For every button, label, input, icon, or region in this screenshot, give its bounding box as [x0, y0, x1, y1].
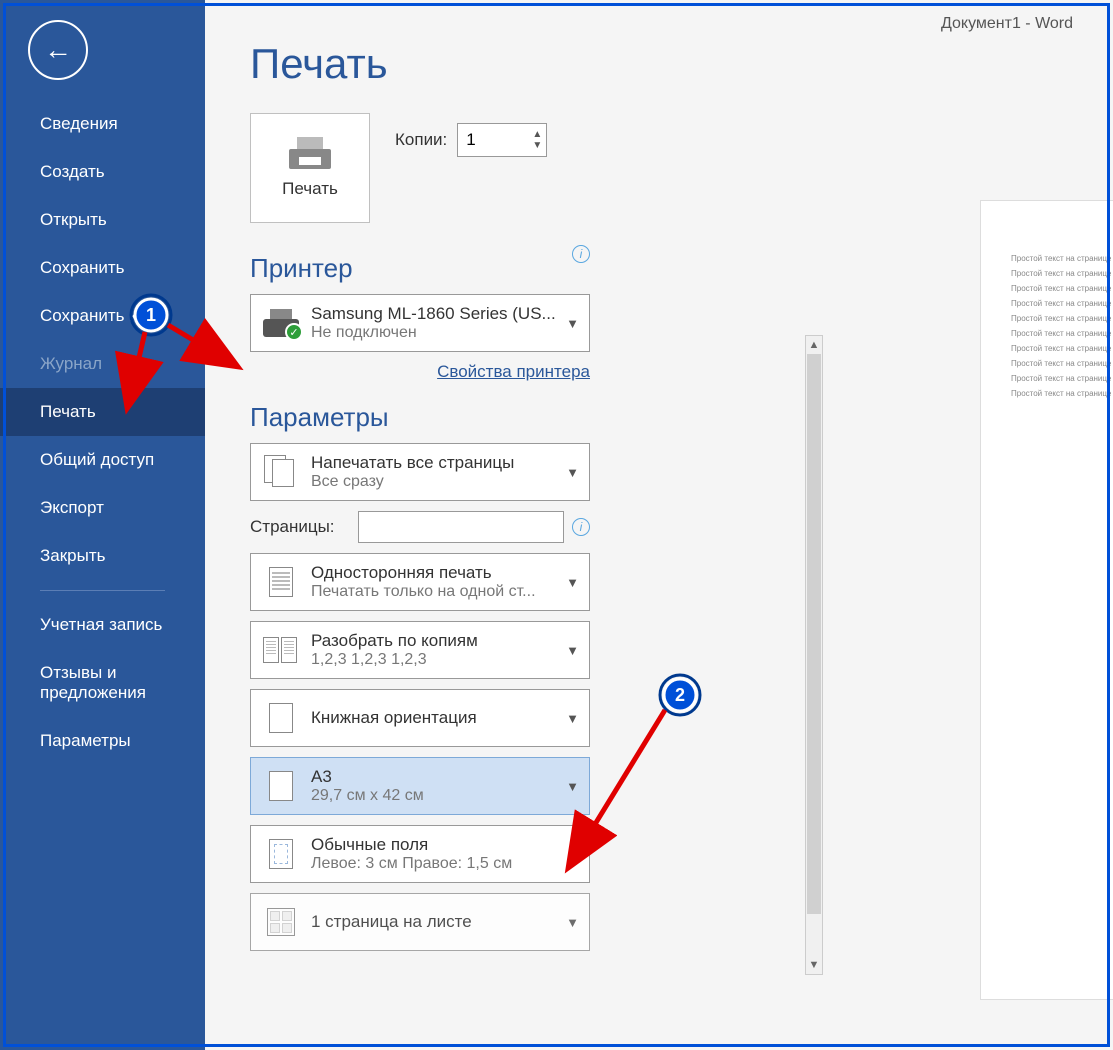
printer-icon — [289, 137, 331, 169]
back-button[interactable]: ← — [28, 20, 88, 80]
print-range-secondary: Все сразу — [311, 473, 558, 491]
print-range-primary: Напечатать все страницы — [311, 453, 558, 473]
sidebar-item-account[interactable]: Учетная запись — [0, 601, 205, 649]
chevron-down-icon: ▼ — [566, 711, 579, 726]
duplex-secondary: Печатать только на одной ст... — [311, 583, 558, 601]
backstage-sidebar: ← Сведения Создать Открыть Сохранить Сох… — [0, 0, 205, 1050]
settings-scrollbar[interactable]: ▲ ▼ — [805, 335, 823, 975]
copies-label: Копии: — [395, 130, 447, 150]
sidebar-item-export[interactable]: Экспорт — [0, 484, 205, 532]
main-pane: Документ1 - Word Печать Печать Копии: 1 … — [205, 0, 1113, 1050]
duplex-primary: Односторонняя печать — [311, 563, 558, 583]
paper-icon — [269, 771, 293, 801]
chevron-down-icon: ▼ — [566, 316, 579, 331]
collate-dropdown[interactable]: Разобрать по копиям 1,2,3 1,2,3 1,2,3 ▼ — [250, 621, 590, 679]
preview-text-line: Простой текст на странице — [1011, 326, 1113, 341]
sidebar-item-saveas[interactable]: Сохранить как — [0, 292, 205, 340]
sidebar-item-close[interactable]: Закрыть — [0, 532, 205, 580]
orientation-primary: Книжная ориентация — [311, 708, 558, 728]
preview-text-line: Простой текст на странице — [1011, 341, 1113, 356]
pages-stack-icon — [264, 455, 298, 489]
orientation-icon — [269, 703, 293, 733]
pages-per-sheet-icon — [267, 908, 295, 936]
print-button[interactable]: Печать — [250, 113, 370, 223]
info-icon[interactable]: i — [572, 245, 590, 263]
printer-section-header: Принтер — [250, 253, 353, 284]
printer-status: Не подключен — [311, 324, 558, 342]
paper-secondary: 29,7 см x 42 см — [311, 787, 558, 805]
sidebar-item-info[interactable]: Сведения — [0, 100, 205, 148]
collate-icon — [263, 637, 299, 663]
printer-dropdown[interactable]: ✓ Samsung ML-1860 Series (US... Не подкл… — [250, 294, 590, 352]
sidebar-item-feedback[interactable]: Отзывы и предложения — [0, 649, 205, 717]
collate-primary: Разобрать по копиям — [311, 631, 558, 651]
pages-per-sheet-dropdown[interactable]: 1 страница на листе ▼ — [250, 893, 590, 951]
chevron-down-icon: ▼ — [566, 643, 579, 658]
chevron-down-icon: ▼ — [566, 915, 579, 930]
preview-text-line: Простой текст на странице — [1011, 266, 1113, 281]
margins-secondary: Левое: 3 см Правое: 1,5 см — [311, 855, 558, 873]
print-range-dropdown[interactable]: Напечатать все страницы Все сразу ▼ — [250, 443, 590, 501]
printer-properties-link[interactable]: Свойства принтера — [250, 362, 590, 382]
sidebar-item-print[interactable]: Печать — [0, 388, 205, 436]
print-button-label: Печать — [282, 179, 338, 199]
margins-icon — [269, 839, 293, 869]
duplex-icon — [269, 567, 293, 597]
duplex-dropdown[interactable]: Односторонняя печать Печатать только на … — [250, 553, 590, 611]
margins-primary: Обычные поля — [311, 835, 558, 855]
orientation-dropdown[interactable]: Книжная ориентация ▼ — [250, 689, 590, 747]
back-arrow-icon: ← — [44, 34, 72, 66]
sidebar-item-options[interactable]: Параметры — [0, 717, 205, 765]
sidebar-item-save[interactable]: Сохранить — [0, 244, 205, 292]
chevron-down-icon: ▼ — [566, 847, 579, 862]
ppp-primary: 1 страница на листе — [311, 912, 558, 932]
chevron-down-icon: ▼ — [566, 465, 579, 480]
copies-value: 1 — [466, 130, 475, 150]
preview-text-line: Простой текст на странице — [1011, 311, 1113, 326]
printer-small-icon: ✓ — [263, 309, 299, 337]
preview-text-line: Простой текст на странице — [1011, 296, 1113, 311]
scroll-down-icon[interactable]: ▼ — [806, 956, 822, 974]
sidebar-item-history: Журнал — [0, 340, 205, 388]
settings-section-header: Параметры — [250, 402, 845, 433]
info-icon[interactable]: i — [572, 518, 590, 536]
print-preview: Простой текст на страницеПростой текст н… — [980, 200, 1113, 1000]
preview-text-line: Простой текст на странице — [1011, 356, 1113, 371]
sidebar-item-share[interactable]: Общий доступ — [0, 436, 205, 484]
window-title: Документ1 - Word — [941, 15, 1073, 33]
preview-text-line: Простой текст на странице — [1011, 386, 1113, 401]
printer-name: Samsung ML-1860 Series (US... — [311, 304, 558, 324]
sidebar-separator — [40, 590, 165, 591]
copies-spinner[interactable]: 1 ▲▼ — [457, 123, 547, 157]
sidebar-item-new[interactable]: Создать — [0, 148, 205, 196]
paper-primary: A3 — [311, 767, 558, 787]
scrollbar-thumb[interactable] — [807, 354, 821, 914]
preview-text-line: Простой текст на странице — [1011, 281, 1113, 296]
collate-secondary: 1,2,3 1,2,3 1,2,3 — [311, 651, 558, 669]
pages-label: Страницы: — [250, 517, 350, 537]
margins-dropdown[interactable]: Обычные поля Левое: 3 см Правое: 1,5 см … — [250, 825, 590, 883]
preview-text-line: Простой текст на странице — [1011, 251, 1113, 266]
pages-input[interactable] — [358, 511, 564, 543]
chevron-down-icon: ▼ — [566, 779, 579, 794]
sidebar-item-open[interactable]: Открыть — [0, 196, 205, 244]
checkmark-icon: ✓ — [285, 323, 303, 341]
scroll-up-icon[interactable]: ▲ — [806, 336, 822, 354]
preview-text-line: Простой текст на странице — [1011, 371, 1113, 386]
spinner-up-icon[interactable]: ▲ — [532, 129, 542, 140]
spinner-down-icon[interactable]: ▼ — [532, 140, 542, 151]
paper-size-dropdown[interactable]: A3 29,7 см x 42 см ▼ — [250, 757, 590, 815]
chevron-down-icon: ▼ — [566, 575, 579, 590]
